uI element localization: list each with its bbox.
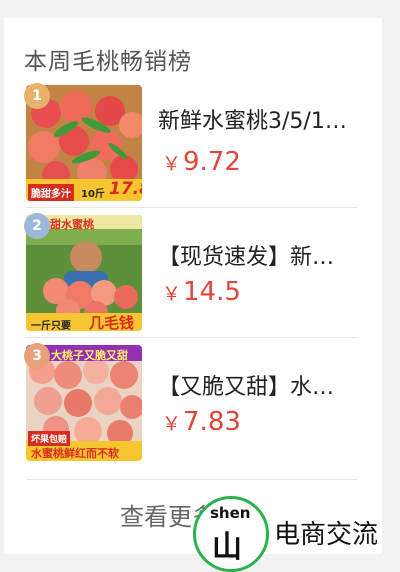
rank-badge: 2 xyxy=(24,213,50,239)
currency-symbol: ￥ xyxy=(162,153,182,175)
section-title: 本周毛桃畅销榜 xyxy=(24,49,192,75)
price-value: 9.72 xyxy=(183,147,241,177)
price-value: 14.5 xyxy=(183,277,241,307)
thumb-price-tag: 几毛钱 xyxy=(89,314,135,331)
thumb-price-tag: 17.8 xyxy=(109,179,142,199)
currency-symbol: ￥ xyxy=(162,283,182,305)
list-item[interactable]: 大桃子又脆又甜 坏果包赔 水蜜桃鲜红而不软 3 【又脆又甜】水蜜桃 ￥7.83 xyxy=(24,343,366,461)
watermark-logo-icon: 山 xyxy=(212,530,242,565)
rank-badge: 1 xyxy=(24,83,50,109)
product-name[interactable]: 新鲜水蜜桃3/5/10斤 xyxy=(158,103,354,135)
product-name[interactable]: 【现货速发】新鲜水蜜桃 xyxy=(158,239,354,271)
product-price: ￥7.83 xyxy=(162,407,241,437)
watermark-text: shen xyxy=(210,504,251,522)
thumb-tag: 脆甜多汁 xyxy=(28,184,74,201)
currency-symbol: ￥ xyxy=(162,413,182,435)
thumb-tag: 大桃子又脆又甜 xyxy=(51,349,128,362)
divider xyxy=(26,337,358,338)
divider xyxy=(26,479,358,480)
thumb-tag: 水蜜桃鲜红而不软 xyxy=(31,447,119,460)
divider xyxy=(26,207,358,208)
rank-badge: 3 xyxy=(24,343,50,369)
product-name[interactable]: 【又脆又甜】水蜜桃 xyxy=(158,369,354,401)
product-price: ￥14.5 xyxy=(162,277,241,307)
watermark-label: 电商交流 xyxy=(274,519,379,549)
thumb-tag: 一斤只要 xyxy=(31,321,71,331)
list-item[interactable]: 香甜水蜜桃 一斤只要 几毛钱 2 【现货速发】新鲜水蜜桃 ￥14.5 xyxy=(24,213,366,331)
product-price: ￥9.72 xyxy=(162,147,241,177)
list-item[interactable]: 脆甜多汁 10斤 17.8 1 新鲜水蜜桃3/5/10斤 ￥9.72 xyxy=(24,83,366,201)
thumb-tag: 10斤 xyxy=(81,189,105,200)
price-value: 7.83 xyxy=(183,407,241,437)
